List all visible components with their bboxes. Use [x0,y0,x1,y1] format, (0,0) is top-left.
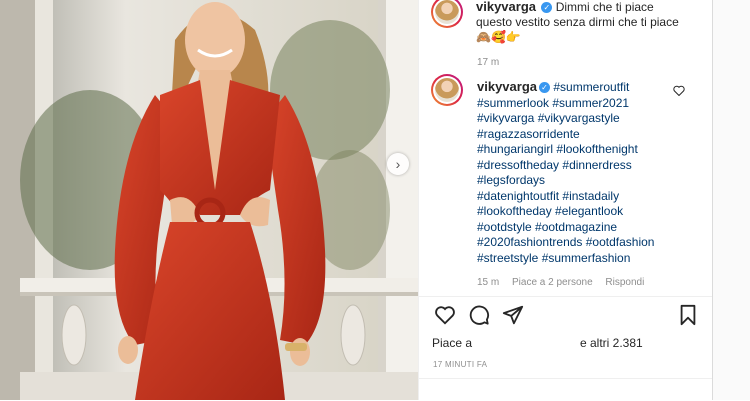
caption-time: 17 m [477,57,500,68]
hashtag-line[interactable]: #2020fashiontrends #ootdfashion [477,235,677,251]
caption-line1: Dimmi che ti piace [555,0,654,14]
send-icon[interactable] [502,304,524,326]
comment-time: 15 m [477,277,500,288]
hashtag-line[interactable]: #ootdstyle #ootdmagazine [477,220,677,236]
caption-username[interactable]: vikyvarga [476,0,536,14]
comment-hashtags: vikyvarga ✓ #summeroutfit #summerlook #su… [477,79,677,266]
post-photo[interactable]: › [0,0,418,400]
caption-line2: questo vestito senza dirmi che ti piace [476,15,679,29]
chevron-right-icon: › [395,156,401,172]
hashtag-line[interactable]: #streetstyle #summerfashion [477,251,677,267]
caption-emojis: 🙈🥰👉 [476,30,521,44]
photo-illustration [0,0,418,400]
comment-like-heart-icon[interactable] [673,85,685,96]
hashtag-line[interactable]: #vikyvarga #vikyvargastyle [477,111,677,127]
verified-badge-icon: ✓ [539,82,550,93]
hashtag-line[interactable]: #summeroutfit [553,80,629,94]
hashtag-line[interactable]: #lookoftheday #elegantlook [477,204,677,220]
bookmark-icon[interactable] [677,304,699,326]
next-photo-button[interactable]: › [387,153,409,175]
likes-count[interactable]: e altri 2.381 [580,336,643,350]
hashtag-line[interactable]: #hungariangirl #lookofthenight [477,142,677,158]
post-timestamp: 17 MINUTI FA [433,360,488,369]
action-bar [418,296,712,333]
hashtag-line[interactable]: #datenightoutfit #instadaily [477,189,677,205]
reply-button[interactable]: Rispondi [605,277,644,288]
add-comment-bar[interactable] [418,378,712,401]
likes-prefix: Piace a [432,336,473,350]
comment-meta: 15 m Piace a 2 persone Rispondi [477,277,644,288]
hashtag-line[interactable]: #summerlook #summer2021 [477,96,677,112]
comment-icon[interactable] [468,304,490,326]
heart-icon[interactable] [434,304,456,326]
hashtag-line[interactable]: #dressoftheday #dinnerdress [477,158,677,174]
hashtag-line[interactable]: #ragazzasorridente [477,127,677,143]
comment-likes-link[interactable]: Piace a 2 persone [512,277,593,288]
commenter-avatar[interactable] [431,74,463,106]
verified-badge-icon: ✓ [541,2,553,13]
page-gutter [712,0,750,400]
caption: vikyvarga ✓ Dimmi che ti piace questo ve… [476,0,706,45]
hashtag-line[interactable]: #legsfordays [477,173,677,189]
comment-username[interactable]: vikyvarga [477,79,537,94]
